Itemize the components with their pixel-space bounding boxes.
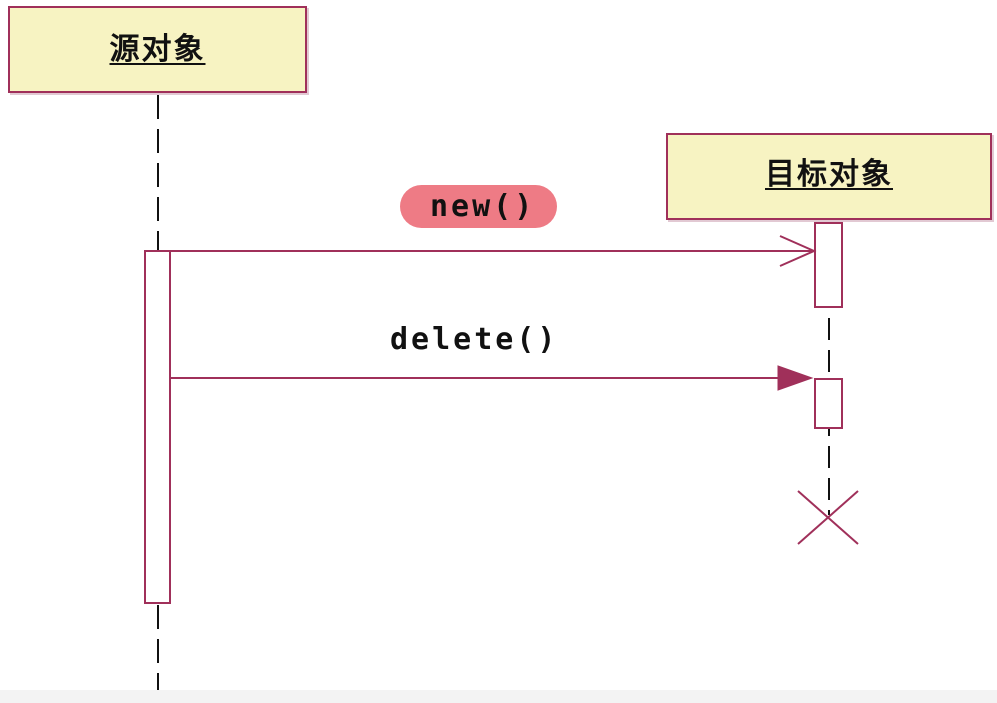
source-activation-bar (144, 250, 171, 604)
target-activation-bar-create (814, 222, 843, 308)
target-activation-bar-delete (814, 378, 843, 429)
sequence-diagram: 源对象 目标对象 new() delete() (0, 0, 997, 703)
new-message-label: new() (430, 189, 536, 224)
filled-arrow-icon (777, 365, 814, 391)
bottom-band (0, 690, 997, 703)
delete-message-label: delete() (390, 322, 559, 357)
